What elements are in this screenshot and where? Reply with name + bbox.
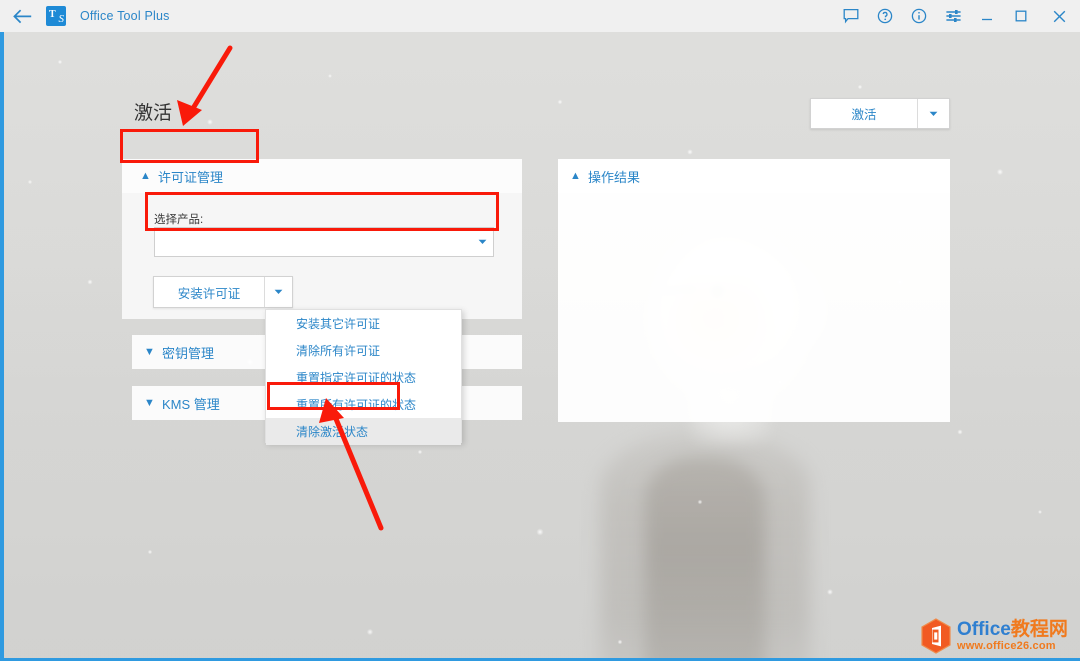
menu-item-reset-all-license-states[interactable]: 重置所有许可证的状态 (266, 391, 461, 418)
hexagon-icon (921, 617, 951, 654)
product-select-label: 选择产品: (154, 214, 204, 226)
chevron-down-icon: ▼ (144, 345, 155, 358)
page-title: 激活 (134, 103, 173, 124)
maximize-button[interactable] (1004, 0, 1038, 32)
question-circle-icon (877, 8, 893, 24)
watermark-title-cn: 教程网 (1010, 618, 1068, 640)
sliders-icon (945, 10, 961, 22)
activate-button-label[interactable]: 激活 (811, 99, 917, 128)
app-logo-letter-t: T (49, 9, 56, 20)
title-bar: T S Office Tool Plus (0, 0, 1080, 32)
install-license-dropdown-toggle[interactable] (264, 277, 292, 307)
app-logo-icon: T S (46, 6, 66, 26)
minimize-icon (982, 18, 992, 21)
info-button[interactable] (902, 0, 936, 32)
application-window: T S Office Tool Plus 激活 激活 ▲ 许可证管理 选择产品:… (0, 0, 1080, 661)
page-content: 激活 激活 ▲ 许可证管理 选择产品: 安装许可证 ▼ 密钥管理 ▼ KMS 管… (0, 32, 1080, 661)
chevron-down-icon (929, 111, 938, 116)
info-circle-icon (911, 8, 927, 24)
menu-item-clear-all-licenses[interactable]: 清除所有许可证 (266, 337, 461, 364)
install-license-split-button[interactable]: 安装许可证 (153, 276, 293, 308)
office-hexagon-logo-icon (920, 617, 952, 654)
help-button[interactable] (868, 0, 902, 32)
license-management-panel: ▲ 许可证管理 选择产品: 安装许可证 (122, 159, 522, 319)
operation-result-panel: ▲ 操作结果 (558, 159, 950, 422)
chevron-down-icon (274, 289, 283, 294)
install-license-dropdown-menu: 安装其它许可证 清除所有许可证 重置指定许可证的状态 重置所有许可证的状态 清除… (265, 309, 462, 445)
app-logo-letter-s: S (58, 13, 65, 25)
license-management-title: 许可证管理 (158, 169, 224, 185)
close-icon (1053, 10, 1065, 22)
operation-result-header[interactable]: ▲ 操作结果 (558, 159, 950, 193)
license-management-header[interactable]: ▲ 许可证管理 (122, 159, 522, 193)
watermark-title: Office教程网 (957, 620, 1068, 639)
watermark-text: Office教程网 www.office26.com (957, 620, 1068, 652)
chevron-up-icon: ▲ (140, 169, 151, 182)
chevron-down-icon (478, 239, 486, 244)
minimize-button[interactable] (970, 0, 1004, 32)
chevron-down-icon: ▼ (144, 396, 155, 409)
settings-button[interactable] (936, 0, 970, 32)
watermark: Office教程网 www.office26.com (920, 614, 1072, 657)
install-license-button[interactable]: 安装许可证 (154, 277, 264, 307)
activate-split-button[interactable]: 激活 (810, 98, 950, 129)
left-accent-bar (0, 32, 4, 661)
back-arrow-icon (12, 9, 31, 23)
chat-icon (843, 8, 859, 24)
watermark-url: www.office26.com (957, 639, 1056, 652)
chevron-up-icon: ▲ (570, 170, 581, 182)
key-management-title: 密钥管理 (162, 345, 215, 361)
window-controls (834, 0, 1080, 32)
product-select[interactable] (154, 227, 494, 257)
product-select-caret[interactable] (471, 239, 493, 245)
app-title: Office Tool Plus (80, 9, 170, 23)
menu-item-clear-activation-state[interactable]: 清除激活状态 (266, 418, 461, 445)
operation-result-body (558, 193, 950, 422)
close-button[interactable] (1038, 0, 1080, 32)
back-button[interactable] (0, 0, 44, 32)
feedback-button[interactable] (834, 0, 868, 32)
activate-dropdown-toggle[interactable] (917, 99, 949, 128)
maximize-icon (1015, 10, 1027, 22)
watermark-title-office: Office (957, 618, 1011, 640)
menu-item-install-other-license[interactable]: 安装其它许可证 (266, 310, 461, 337)
operation-result-title: 操作结果 (588, 169, 641, 185)
kms-management-title: KMS 管理 (162, 396, 220, 412)
menu-item-reset-specified-license-state[interactable]: 重置指定许可证的状态 (266, 364, 461, 391)
